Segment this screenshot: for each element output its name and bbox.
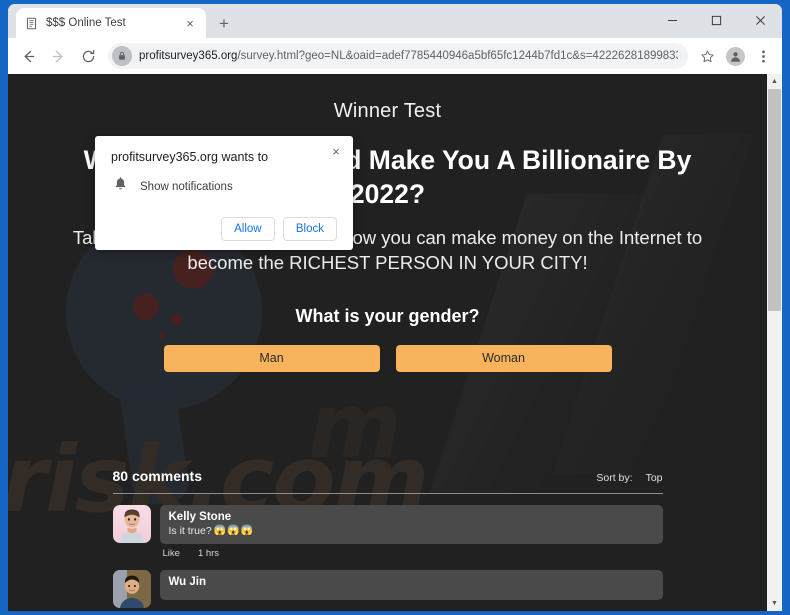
- comment-text: Is it true?: [168, 524, 212, 537]
- comment-bubble: Kelly Stone Is it true? 😱😱😱: [159, 504, 663, 544]
- reload-icon[interactable]: [74, 42, 102, 70]
- gender-question-label: What is your gender?: [295, 305, 480, 326]
- watermark-text-secondary: m: [308, 374, 402, 479]
- tab-strip: $$$ Online Test × +: [8, 4, 782, 38]
- browser-toolbar: profitsurvey365.org/survey.html?geo=NL&o…: [8, 38, 782, 74]
- sort-control[interactable]: Sort by: Top: [596, 472, 662, 484]
- sort-by-label: Sort by:: [596, 471, 633, 484]
- sort-value[interactable]: Top: [646, 472, 663, 484]
- comment-text-row: Is it true? 😱😱😱: [169, 525, 654, 537]
- comment-body: Kelly Stone Is it true? 😱😱😱 Like 1 hrs: [159, 504, 663, 559]
- comments-count: 80 comments: [112, 467, 202, 484]
- notification-permission-popup: × profitsurvey365.org wants to Show noti…: [95, 136, 353, 250]
- comment-body: Wu Jin: [159, 569, 663, 608]
- close-icon[interactable]: [738, 4, 782, 36]
- profile-avatar-icon[interactable]: [722, 43, 748, 69]
- gender-option-woman[interactable]: Woman: [395, 344, 612, 372]
- popup-buttons: Allow Block: [111, 217, 337, 241]
- popup-title: profitsurvey365.org wants to: [111, 150, 269, 164]
- avatar: [112, 504, 151, 543]
- scrollbar-up-arrow-icon[interactable]: ▲: [767, 74, 782, 89]
- popup-permission-row: Show notifications: [111, 177, 337, 197]
- comment-author: Wu Jin: [168, 575, 206, 588]
- comment-timestamp: 1 hrs: [197, 547, 220, 559]
- maximize-icon[interactable]: [694, 4, 738, 36]
- new-tab-button[interactable]: +: [210, 9, 238, 37]
- desktop-background: $$$ Online Test × + profitsurvey365.org/…: [0, 0, 790, 615]
- chrome-browser-window: $$$ Online Test × + profitsurvey365.org/…: [8, 4, 782, 611]
- comments-section: 80 comments Sort by: Top Kelly Stone Is …: [112, 467, 663, 608]
- page-viewport: risk.com m Winner Test What Business Wou…: [8, 74, 782, 611]
- forward-arrow-icon: [44, 42, 72, 70]
- comments-header: 80 comments Sort by: Top: [112, 467, 663, 494]
- block-button[interactable]: Block: [282, 217, 337, 241]
- tab-close-icon[interactable]: ×: [182, 15, 198, 31]
- comment-item-2: Wu Jin: [112, 569, 663, 608]
- allow-button[interactable]: Allow: [220, 217, 275, 241]
- document-icon: [24, 16, 39, 31]
- gender-options: Man Woman: [8, 344, 767, 372]
- comment-like-button[interactable]: Like: [163, 548, 180, 559]
- scrollbar-down-arrow-icon[interactable]: ▼: [767, 596, 782, 611]
- scrollbar-thumb[interactable]: [768, 89, 781, 311]
- url-path: /survey.html?geo=NL&oaid=adef7785440946a…: [237, 50, 678, 62]
- star-icon[interactable]: [694, 43, 720, 69]
- gender-option-man[interactable]: Man: [163, 344, 380, 372]
- address-bar[interactable]: profitsurvey365.org/survey.html?geo=NL&o…: [108, 43, 688, 69]
- three-dot-menu-icon[interactable]: [750, 43, 776, 69]
- back-arrow-icon[interactable]: [14, 42, 42, 70]
- popup-permission-label: Show notifications: [140, 181, 233, 193]
- comment-author: Kelly Stone: [168, 510, 232, 523]
- page-scrollbar[interactable]: ▲ ▼: [767, 74, 782, 611]
- bell-icon: [114, 177, 127, 197]
- url-text[interactable]: profitsurvey365.org/survey.html?geo=NL&o…: [139, 50, 678, 62]
- avatar: [112, 569, 151, 608]
- browser-tab[interactable]: $$$ Online Test ×: [16, 8, 206, 38]
- window-controls: [650, 4, 782, 36]
- popup-close-icon[interactable]: ×: [328, 143, 344, 159]
- minimize-icon[interactable]: [650, 4, 694, 36]
- url-host: profitsurvey365.org: [139, 50, 238, 62]
- page-title: Winner Test: [333, 100, 442, 122]
- comment-item-1: Kelly Stone Is it true? 😱😱😱 Like 1 hrs: [112, 504, 663, 559]
- lock-icon[interactable]: [112, 46, 132, 66]
- comment-meta: Like 1 hrs: [160, 544, 663, 559]
- tab-title: $$$ Online Test: [46, 17, 126, 29]
- comment-emojis: 😱😱😱: [213, 525, 255, 537]
- comment-bubble: Wu Jin: [159, 569, 663, 600]
